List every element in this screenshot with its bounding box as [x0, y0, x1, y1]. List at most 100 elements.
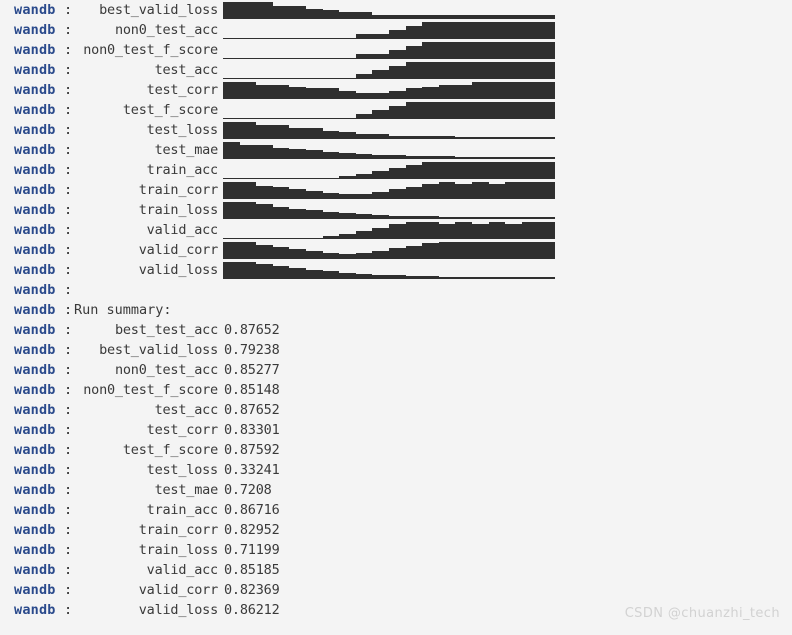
sparkline-bar — [488, 102, 506, 119]
wandb-colon: : — [64, 22, 73, 38]
summary-metric-key: non0_test_acc — [114, 362, 218, 378]
sparkline-bar — [488, 217, 506, 219]
summary-metric-key: test_acc — [154, 402, 219, 418]
sparkline-bar — [239, 82, 257, 99]
sparkline-bar — [438, 277, 456, 279]
sparkline-bar — [239, 145, 257, 159]
sparkline-bar — [355, 12, 373, 19]
sparkline-bar — [488, 162, 506, 179]
wandb-prefix: wandb — [14, 162, 56, 178]
sparkline-bar — [272, 187, 290, 199]
sparkline-bar — [388, 50, 406, 59]
metric-sparkline — [223, 62, 555, 79]
summary-metric-key: test_mae — [154, 482, 219, 498]
wandb-prefix: wandb — [14, 582, 56, 598]
sparkline-bar — [355, 214, 373, 219]
sparkline-bar — [223, 142, 240, 159]
sparkline-bar — [438, 85, 456, 99]
sparkline-bar — [305, 270, 323, 279]
sparkline-bar — [355, 194, 373, 199]
summary-metric-key: best_valid_loss — [99, 342, 218, 358]
run-summary-row: wandb: valid_corr 0.82369 — [0, 580, 792, 600]
metric-sparkline — [223, 42, 555, 59]
sparkline-bar — [289, 178, 306, 179]
sparkline-bar — [455, 217, 472, 219]
sparkline-bar — [372, 275, 389, 279]
run-summary-row: wandb: valid_acc 0.85185 — [0, 560, 792, 580]
sparkline-bar — [239, 38, 257, 39]
sparkline-bar — [355, 34, 373, 39]
sparkline-bar — [438, 42, 456, 59]
sparkline-bar — [505, 15, 522, 19]
run-summary-title: Run summary: — [74, 302, 172, 318]
sparkline-bar — [505, 162, 522, 179]
sparkline-bar — [405, 216, 423, 219]
sparkline-bar — [289, 118, 306, 119]
run-history-row: wandb: test_corr — [0, 80, 792, 100]
sparkline-bar — [455, 184, 472, 199]
metric-sparkline — [223, 102, 555, 119]
sparkline-bar — [372, 70, 389, 79]
run-summary-row: wandb: non0_test_f_score 0.85148 — [0, 380, 792, 400]
sparkline-bar — [355, 114, 373, 119]
sparkline-bar — [405, 136, 423, 139]
sparkline-bar — [256, 264, 273, 279]
sparkline-bar — [505, 277, 522, 279]
sparkline-bar — [505, 102, 522, 119]
metric-key: valid_acc — [146, 222, 219, 238]
sparkline-bar — [422, 162, 439, 179]
metric-key: best_valid_loss — [99, 2, 218, 18]
sparkline-bar — [505, 137, 522, 139]
sparkline-bar — [322, 178, 340, 179]
sparkline-bar — [272, 85, 290, 99]
wandb-colon: : — [64, 222, 73, 238]
summary-metric-value: 0.7208 — [224, 482, 272, 498]
wandb-colon: : — [64, 442, 73, 458]
sparkline-bar — [223, 78, 240, 79]
run-summary-block: wandb: best_test_acc 0.87652 wandb: best_val… — [0, 320, 792, 620]
wandb-colon: : — [64, 182, 73, 198]
wandb-prefix: wandb — [14, 282, 56, 298]
sparkline-bar — [256, 186, 273, 199]
sparkline-bar — [289, 249, 306, 259]
sparkline-bar — [239, 182, 257, 199]
sparkline-bar — [305, 128, 323, 139]
wandb-prefix: wandb — [14, 422, 56, 438]
run-history-row: wandb: test_f_score — [0, 100, 792, 120]
sparkline-bar — [322, 193, 340, 199]
wandb-prefix: wandb — [14, 382, 56, 398]
summary-metric-key: valid_acc — [146, 562, 219, 578]
sparkline-bar — [505, 242, 522, 259]
sparkline-bar — [339, 12, 356, 19]
sparkline-bar — [488, 277, 506, 279]
sparkline-bar — [405, 15, 423, 19]
wandb-prefix: wandb — [14, 522, 56, 538]
summary-metric-key: test_corr — [146, 422, 219, 438]
sparkline-bar — [538, 62, 555, 79]
run-summary-row: wandb: test_corr 0.83301 — [0, 420, 792, 440]
wandb-prefix: wandb — [14, 602, 56, 618]
summary-metric-value: 0.86212 — [224, 602, 280, 618]
sparkline-bar — [488, 222, 506, 239]
sparkline-bar — [239, 178, 257, 179]
sparkline-bar — [388, 91, 406, 99]
sparkline-bar — [388, 155, 406, 159]
sparkline-bar — [505, 22, 522, 39]
sparkline-bar — [322, 271, 340, 279]
metric-sparkline — [223, 202, 555, 219]
sparkline-bar — [521, 217, 539, 219]
sparkline-bar — [455, 62, 472, 79]
wandb-prefix: wandb — [14, 142, 56, 158]
sparkline-bar — [223, 182, 240, 199]
sparkline-bar — [339, 132, 356, 139]
wandb-colon: : — [64, 142, 73, 158]
sparkline-bar — [438, 102, 456, 119]
wandb-colon: : — [64, 262, 73, 278]
sparkline-bar — [455, 157, 472, 159]
metric-sparkline — [223, 262, 555, 279]
metric-key: test_f_score — [122, 102, 218, 118]
sparkline-bar — [289, 189, 306, 199]
sparkline-bar — [256, 38, 273, 39]
sparkline-bar — [355, 54, 373, 59]
sparkline-bar — [505, 217, 522, 219]
